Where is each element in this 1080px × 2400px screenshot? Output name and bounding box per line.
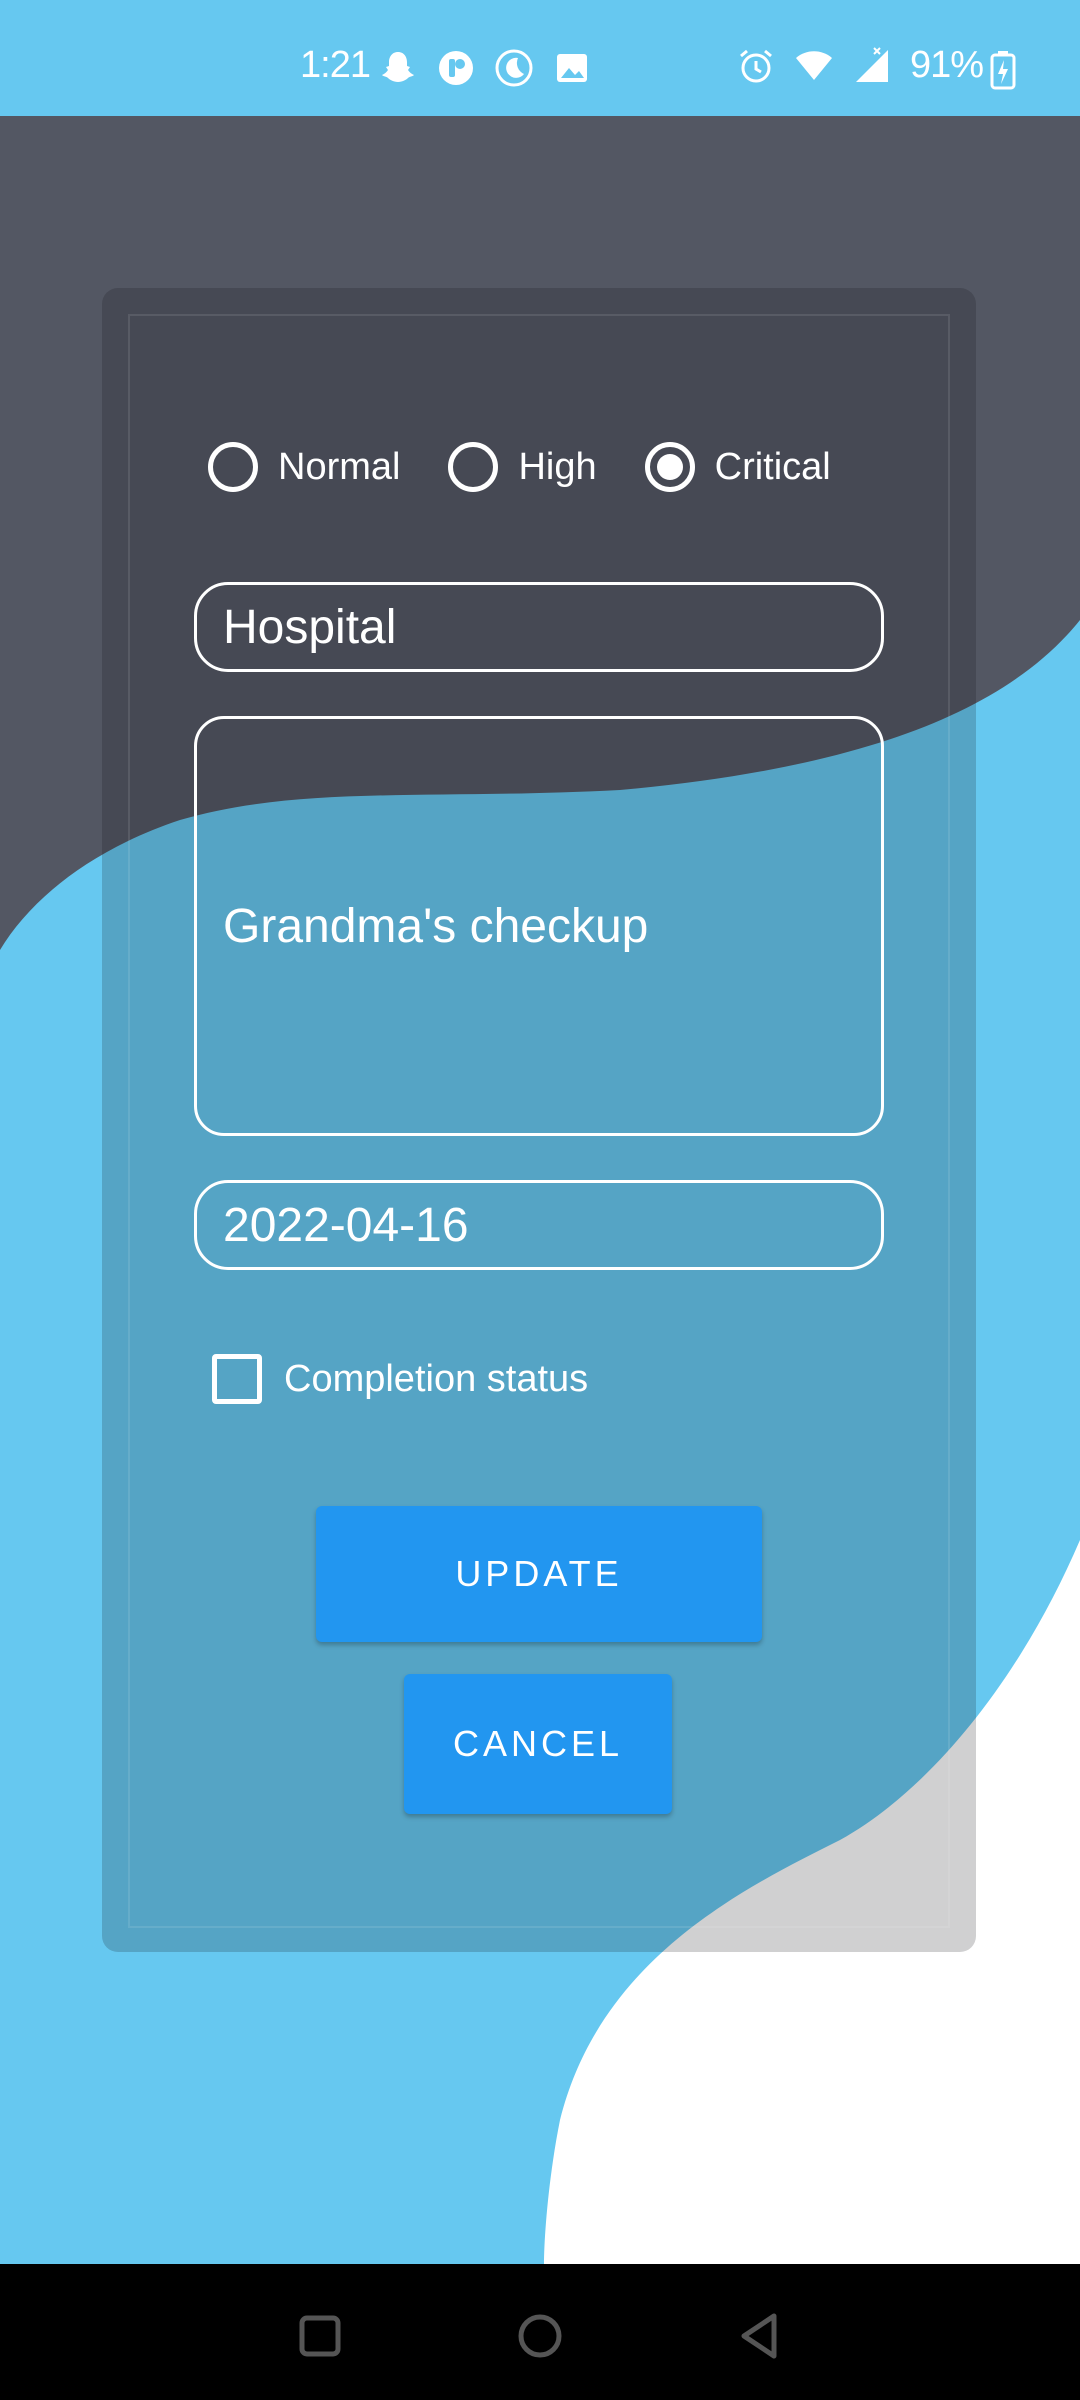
radio-normal[interactable]: Normal (208, 442, 400, 492)
recents-icon[interactable] (290, 2306, 350, 2366)
back-icon[interactable] (730, 2306, 790, 2366)
wifi-icon (796, 51, 832, 80)
battery-percentage: 91% (910, 44, 984, 86)
radio-label-high: High (518, 445, 597, 488)
alarm-icon (740, 49, 772, 83)
completion-checkbox[interactable] (212, 1354, 262, 1404)
date-input[interactable]: 2022-04-16 (194, 1180, 884, 1270)
radio-circle-high[interactable] (448, 442, 499, 492)
title-input-value: Hospital (223, 600, 397, 654)
snapchat-icon (382, 52, 414, 82)
title-input[interactable]: Hospital (194, 582, 884, 672)
completion-checkbox-row[interactable]: Completion status (212, 1354, 588, 1404)
priority-radio-group: Normal High Critical (208, 442, 879, 492)
app-icon (439, 51, 473, 85)
date-input-value: 2022-04-16 (223, 1198, 469, 1252)
update-button[interactable]: UPDATE (316, 1506, 762, 1642)
home-icon[interactable] (510, 2306, 570, 2366)
radio-high[interactable]: High (448, 442, 597, 492)
image-icon (557, 54, 587, 82)
radio-circle-critical[interactable] (644, 442, 695, 492)
navigation-bar (0, 2264, 1080, 2400)
radio-critical[interactable]: Critical (644, 442, 831, 492)
radio-circle-normal[interactable] (208, 442, 258, 492)
status-time: 1:21 (300, 44, 371, 86)
description-input-value: Grandma's checkup (223, 899, 649, 953)
moon-icon (495, 49, 533, 87)
cancel-button[interactable]: CANCEL (404, 1674, 672, 1814)
description-input[interactable]: Grandma's checkup (194, 716, 884, 1136)
battery-charging-icon (990, 51, 1016, 90)
completion-label: Completion status (284, 1357, 589, 1400)
radio-label-normal: Normal (278, 445, 401, 488)
radio-selected-dot (656, 454, 683, 480)
signal-icon (856, 47, 888, 82)
radio-label-critical: Critical (714, 445, 831, 488)
status-bar: 1:21 91% (0, 0, 1080, 116)
